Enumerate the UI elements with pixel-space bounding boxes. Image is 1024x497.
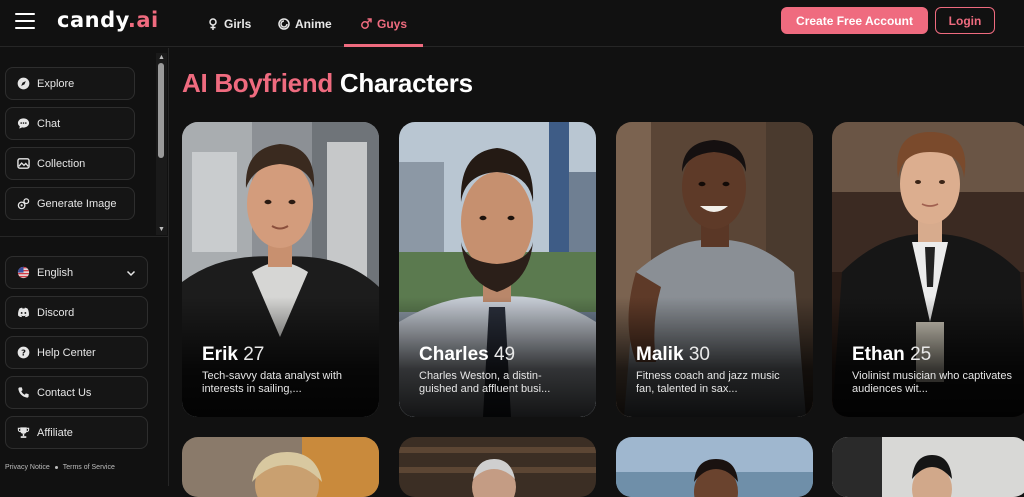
character-description: Fitness coach and jazz music fan, talent… — [636, 370, 780, 395]
sidebar-item-help-center[interactable]: ? Help Center — [5, 336, 148, 369]
tab-label: Anime — [295, 16, 332, 31]
collection-icon — [17, 157, 30, 170]
separator-dot — [54, 466, 58, 469]
language-label: English — [37, 266, 74, 279]
character-description: Violinist musician who captivates audien… — [852, 370, 1012, 395]
chevron-down-icon — [126, 270, 136, 277]
character-photo — [616, 437, 813, 497]
compass-icon — [17, 77, 30, 90]
tab-guys[interactable]: Guys — [343, 0, 424, 47]
sidebar-item-label: Explore — [37, 77, 75, 90]
character-age: 30 — [688, 344, 710, 365]
character-card-row2-3[interactable] — [616, 437, 813, 497]
contact-icon — [17, 386, 30, 399]
character-card-row2-2[interactable] — [399, 437, 596, 497]
tab-label: Girls — [224, 16, 252, 31]
character-card-ethan[interactable]: Ethan 25 Violinist musician who captivat… — [832, 122, 1024, 417]
sidebar-item-label: Collection — [37, 157, 86, 170]
character-card-charles[interactable]: Charles 49 Charles Weston, a distin-guis… — [399, 122, 596, 417]
character-card-row2-1[interactable] — [182, 437, 379, 497]
character-description: Charles Weston, a distin-guished and aff… — [419, 370, 551, 395]
character-photo — [399, 437, 596, 497]
sidebar-item-explore[interactable]: Explore — [5, 67, 135, 100]
character-name: Ethan 25 — [852, 344, 932, 365]
scroll-down-icon[interactable]: ▼ — [157, 226, 166, 234]
trophy-icon — [17, 426, 30, 439]
tab-label: Guys — [377, 16, 408, 31]
sidebar-item-contact-us[interactable]: Contact Us — [5, 376, 148, 409]
sidebar-item-label: Discord — [37, 306, 75, 319]
anime-icon — [278, 17, 290, 30]
sidebar-item-label: Contact Us — [37, 386, 92, 399]
sidebar-item-label: Chat — [37, 117, 61, 130]
male-icon — [361, 17, 372, 29]
logo[interactable]: candy.ai — [57, 8, 159, 32]
character-card-row2-4[interactable] — [832, 437, 1024, 497]
scrollbar-thumb[interactable] — [158, 63, 164, 158]
scroll-up-icon[interactable]: ▲ — [157, 54, 166, 62]
sidebar-item-label: Generate Image — [37, 197, 117, 210]
menu-icon[interactable] — [15, 13, 35, 29]
create-account-button[interactable]: Create Free Account — [781, 7, 928, 34]
help-icon: ? — [17, 346, 30, 359]
chat-icon — [17, 117, 30, 130]
sidebar: Explore Chat Collection Generate Image ▲… — [0, 48, 169, 486]
character-card-malik[interactable]: Malik 30 Fitness coach and jazz music fa… — [616, 122, 813, 417]
footer-links: Privacy Notice Terms of Service — [5, 464, 115, 471]
character-name: Malik 30 — [636, 344, 710, 365]
discord-icon — [17, 306, 30, 319]
tab-anime[interactable]: Anime — [278, 0, 332, 47]
sidebar-item-affiliate[interactable]: Affiliate — [5, 416, 148, 449]
character-age: 25 — [910, 344, 932, 365]
sidebar-item-label: Help Center — [37, 346, 96, 359]
sidebar-item-label: Affiliate — [37, 426, 73, 439]
sidebar-item-discord[interactable]: Discord — [5, 296, 148, 329]
sidebar-item-generate-image[interactable]: Generate Image — [5, 187, 135, 220]
language-selector[interactable]: English — [5, 256, 148, 289]
top-bar: candy.ai Girls Anime Guys Create Free Ac… — [0, 0, 1024, 47]
sidebar-scrollbar[interactable]: ▲ ▼ — [156, 53, 167, 235]
svg-text:?: ? — [21, 348, 26, 358]
tab-girls[interactable]: Girls — [207, 0, 251, 47]
sidebar-item-chat[interactable]: Chat — [5, 107, 135, 140]
terms-link[interactable]: Terms of Service — [63, 464, 115, 471]
female-icon — [209, 17, 217, 30]
character-name: Charles 49 — [419, 344, 516, 365]
page-title: AI Boyfriend Characters — [182, 68, 473, 98]
character-photo — [832, 437, 1024, 497]
privacy-link[interactable]: Privacy Notice — [5, 464, 50, 471]
character-description: Tech-savvy data analyst with interests i… — [202, 370, 343, 395]
sidebar-divider — [0, 236, 169, 237]
character-age: 49 — [493, 344, 516, 365]
us-flag-icon — [17, 266, 30, 279]
sidebar-item-collection[interactable]: Collection — [5, 147, 135, 180]
generate-icon — [17, 197, 30, 210]
login-button[interactable]: Login — [935, 7, 995, 34]
character-name: Erik 27 — [202, 344, 265, 365]
character-photo — [182, 437, 379, 497]
character-card-erik[interactable]: Erik 27 Tech-savvy data analyst with int… — [182, 122, 379, 417]
character-age: 27 — [243, 344, 265, 365]
